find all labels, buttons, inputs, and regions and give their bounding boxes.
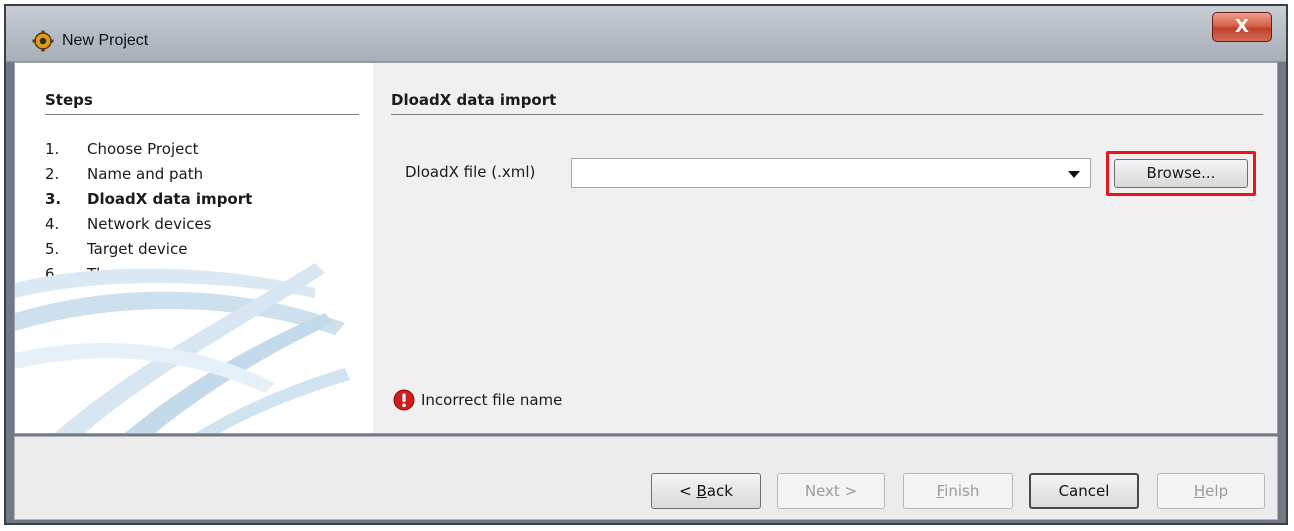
app-gear-icon (32, 30, 54, 52)
cancel-button[interactable]: Cancel (1029, 473, 1139, 509)
close-icon: X (1235, 16, 1249, 37)
browse-button[interactable]: Browse... (1114, 159, 1248, 188)
new-project-dialog: New Project X Steps 1. Choose Project 2. N… (4, 4, 1288, 525)
step-item-3-current: 3. DloadX data import (45, 187, 252, 212)
step-number: 1. (45, 140, 60, 158)
back-mnemonic: B (696, 482, 707, 500)
close-button[interactable]: X (1212, 12, 1272, 42)
steps-heading: Steps (45, 91, 93, 109)
help-rest: elp (1205, 482, 1229, 500)
main-panel: DloadX data import DloadX file (.xml) Br… (373, 63, 1277, 433)
help-mnemonic: H (1193, 482, 1206, 500)
help-button[interactable]: Help (1157, 473, 1265, 509)
steps-divider (45, 114, 359, 115)
button-bar: < Back Next > Finish Cancel Help (14, 436, 1278, 520)
back-rest: ack (706, 482, 733, 500)
step-number: 2. (45, 165, 60, 183)
dloadx-file-combobox[interactable] (571, 158, 1091, 188)
dropdown-arrow-icon[interactable] (1068, 171, 1080, 178)
step-label: Network devices (87, 215, 212, 233)
step-item-2: 2. Name and path (45, 162, 252, 187)
window-title: New Project (62, 32, 149, 49)
steps-panel: Steps 1. Choose Project 2. Name and path 3… (15, 63, 373, 433)
page-title: DloadX data import (391, 91, 557, 109)
back-prefix: < (679, 482, 697, 500)
dloadx-file-label: DloadX file (.xml) (405, 163, 536, 181)
step-label: DloadX data import (87, 190, 253, 208)
back-button[interactable]: < Back (651, 473, 761, 509)
main-divider (391, 114, 1263, 115)
step-number: 4. (45, 215, 60, 233)
decorative-swoosh-graphic (15, 263, 350, 433)
title-bar[interactable]: New Project X (6, 6, 1286, 62)
step-number: 3. (45, 190, 62, 208)
wizard-content: Steps 1. Choose Project 2. Name and path 3… (14, 62, 1278, 434)
browse-highlight: Browse... (1106, 151, 1256, 196)
finish-rest: inish (944, 482, 980, 500)
step-item-4: 4. Network devices (45, 212, 252, 237)
finish-button[interactable]: Finish (903, 473, 1013, 509)
error-icon (393, 389, 415, 411)
step-item-1: 1. Choose Project (45, 137, 252, 162)
step-label: Choose Project (87, 140, 199, 158)
step-label: Name and path (87, 165, 204, 183)
error-text: Incorrect file name (421, 391, 563, 409)
next-button[interactable]: Next > (777, 473, 885, 509)
